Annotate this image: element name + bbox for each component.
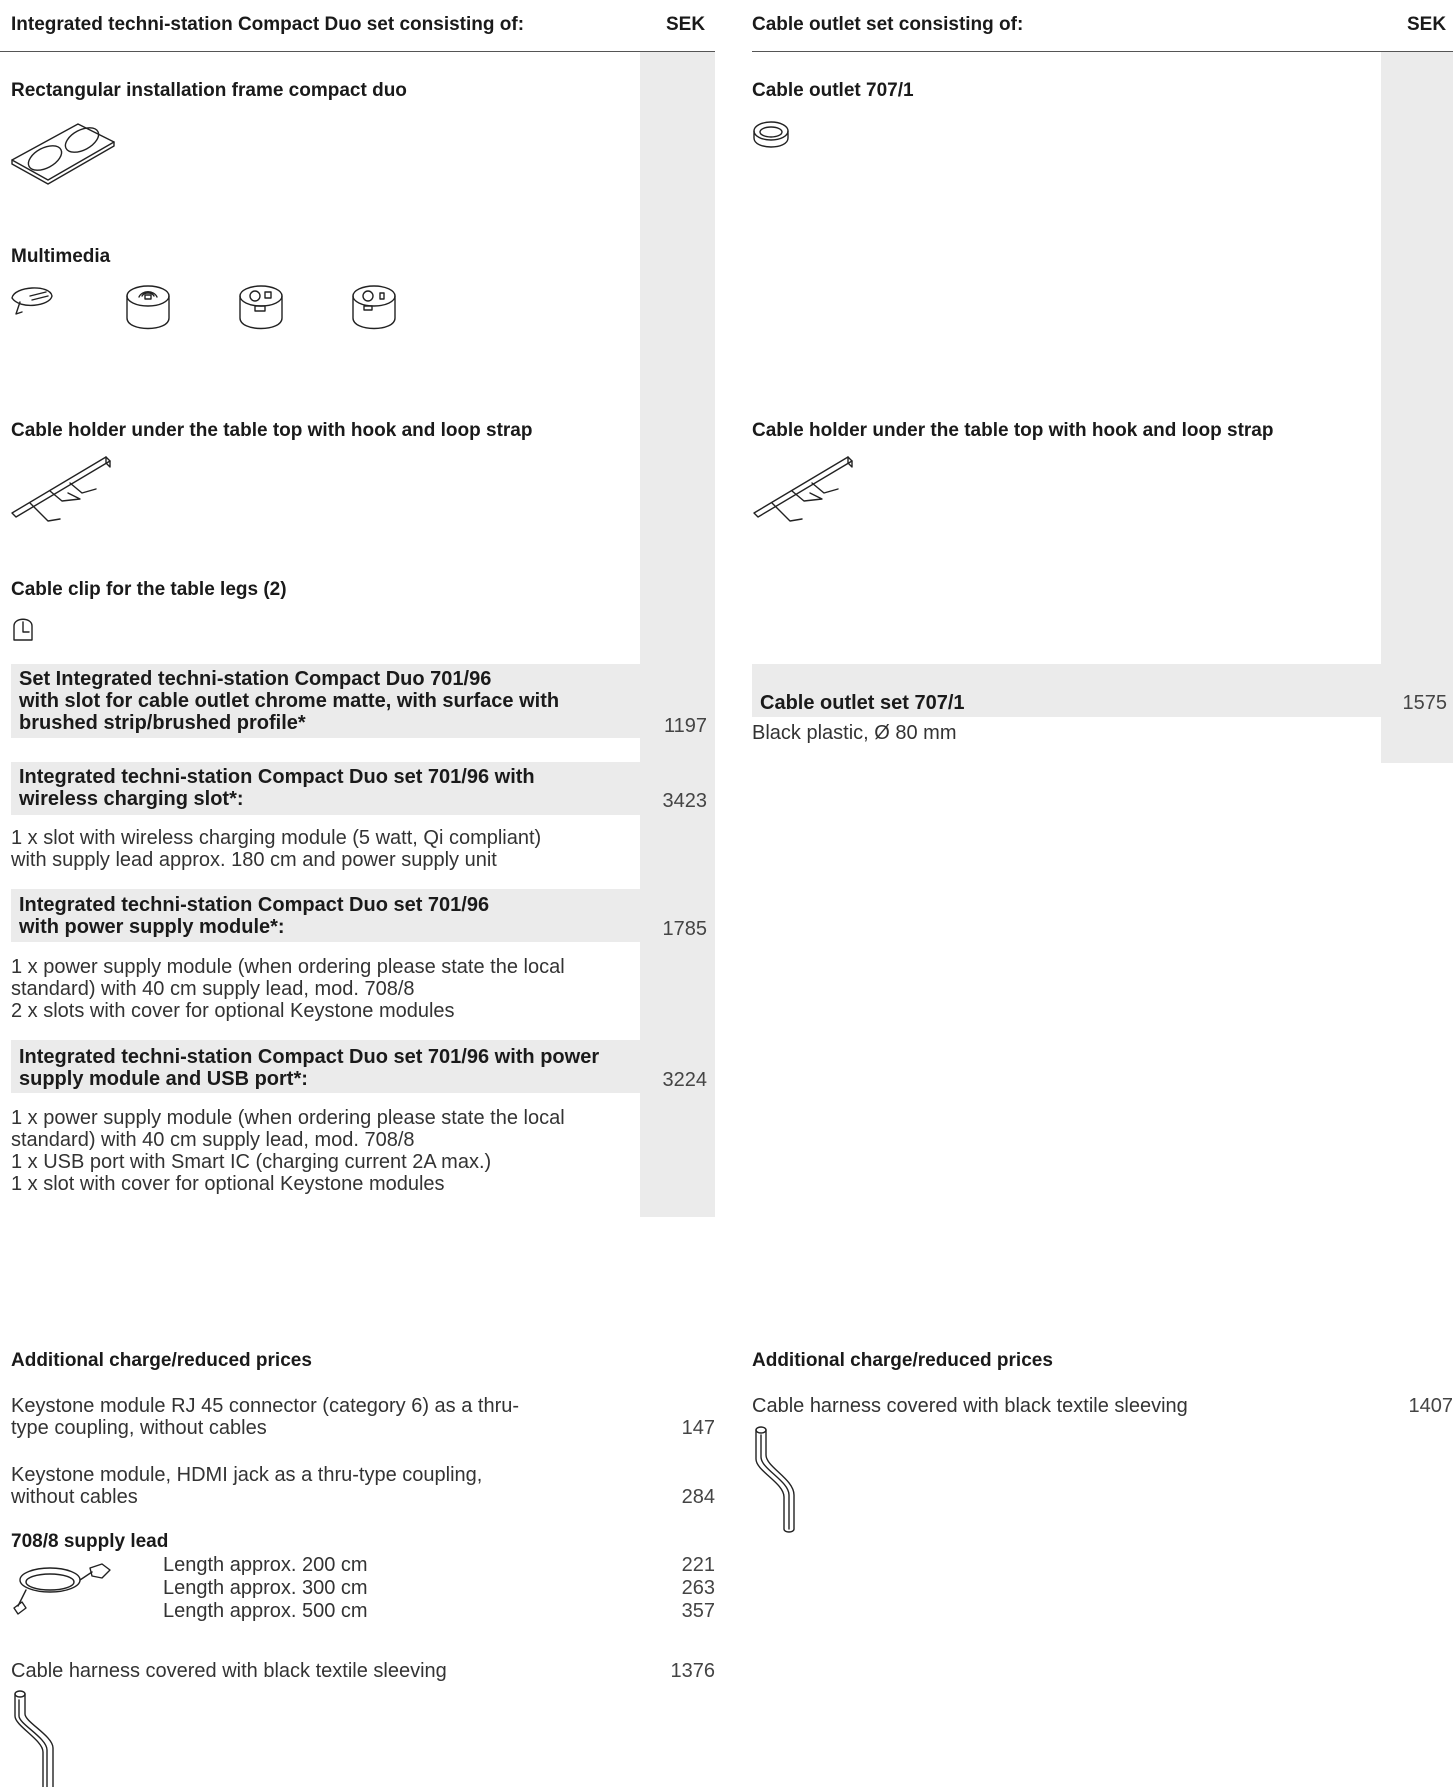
left-header: Integrated techni-station Compact Duo se… <box>11 14 525 35</box>
keystone-hdmi-price: 284 <box>681 1486 715 1508</box>
outlet-set-desc: Black plastic, Ø 80 mm <box>752 722 957 744</box>
set-title-3: Integrated techni-station Compact Duo se… <box>19 894 490 938</box>
price-column-band-right <box>1381 52 1453 763</box>
set-price-2: 3423 <box>662 790 708 812</box>
keystone-rj45-text: Keystone module RJ 45 connector (categor… <box>11 1395 520 1439</box>
right-header-rule <box>752 51 1453 52</box>
lead-200-text: Length approx. 200 cm <box>163 1554 368 1576</box>
keystone-rj45-price: 147 <box>681 1417 715 1439</box>
left-header-rule <box>0 51 715 52</box>
multimedia-title: Multimedia <box>11 246 111 267</box>
set-title-4: Integrated techni-station Compact Duo se… <box>19 1046 600 1090</box>
outlet-set-price: 1575 <box>1402 692 1448 714</box>
cable-harness-icon-left <box>14 1690 54 1787</box>
right-header: Cable outlet set consisting of: <box>752 14 1024 35</box>
cable-holder-title-left: Cable holder under the table top with ho… <box>11 420 533 441</box>
additional-title-right: Additional charge/reduced prices <box>752 1350 1053 1371</box>
additional-title-left: Additional charge/reduced prices <box>11 1350 312 1371</box>
lead-500-text: Length approx. 500 cm <box>163 1600 368 1622</box>
supply-lead-icon <box>13 1563 111 1615</box>
set-desc-4: 1 x power supply module (when ordering p… <box>11 1107 565 1195</box>
outlet-set-title: Cable outlet set 707/1 <box>760 692 965 714</box>
harness-price-left: 1376 <box>670 1660 716 1682</box>
power-module-icon <box>239 285 283 330</box>
harness-text-left: Cable harness covered with black textile… <box>11 1660 447 1682</box>
set-price-4: 3224 <box>662 1069 708 1091</box>
installation-frame-icon <box>11 123 115 185</box>
lead-300-text: Length approx. 300 cm <box>163 1577 368 1599</box>
left-currency: SEK <box>666 14 706 35</box>
cover-flap-icon <box>11 287 53 315</box>
set-desc-3: 1 x power supply module (when ordering p… <box>11 956 565 1022</box>
cable-harness-icon-right <box>755 1426 795 1533</box>
harness-text-right: Cable harness covered with black textile… <box>752 1395 1188 1417</box>
frame-title: Rectangular installation frame compact d… <box>11 80 407 101</box>
set-title-1: Set Integrated techni-station Compact Du… <box>19 668 560 734</box>
right-currency: SEK <box>1407 14 1447 35</box>
price-column-band-left <box>640 52 715 1217</box>
lead-500-price: 357 <box>681 1600 715 1622</box>
lead-200-price: 221 <box>681 1554 715 1576</box>
harness-price-right: 1407 <box>1408 1395 1453 1417</box>
cable-holder-icon-right <box>753 456 853 522</box>
power-usb-module-icon <box>352 285 396 330</box>
lead-300-price: 263 <box>681 1577 715 1599</box>
cable-holder-icon-left <box>11 456 111 522</box>
cable-holder-title-right: Cable holder under the table top with ho… <box>752 420 1274 441</box>
wireless-charging-module-icon <box>126 285 170 330</box>
set-title-2: Integrated techni-station Compact Duo se… <box>19 766 535 810</box>
set-price-1: 1197 <box>663 715 707 737</box>
supply-lead-title: 708/8 supply lead <box>11 1531 169 1552</box>
set-desc-2: 1 x slot with wireless charging module (… <box>11 827 542 871</box>
cable-outlet-icon <box>753 121 789 148</box>
set-price-3: 1785 <box>662 918 708 940</box>
cable-clip-title: Cable clip for the table legs (2) <box>11 579 287 600</box>
cable-clip-icon <box>13 618 33 641</box>
keystone-hdmi-text: Keystone module, HDMI jack as a thru-typ… <box>11 1464 483 1508</box>
cable-outlet-title: Cable outlet 707/1 <box>752 80 914 101</box>
